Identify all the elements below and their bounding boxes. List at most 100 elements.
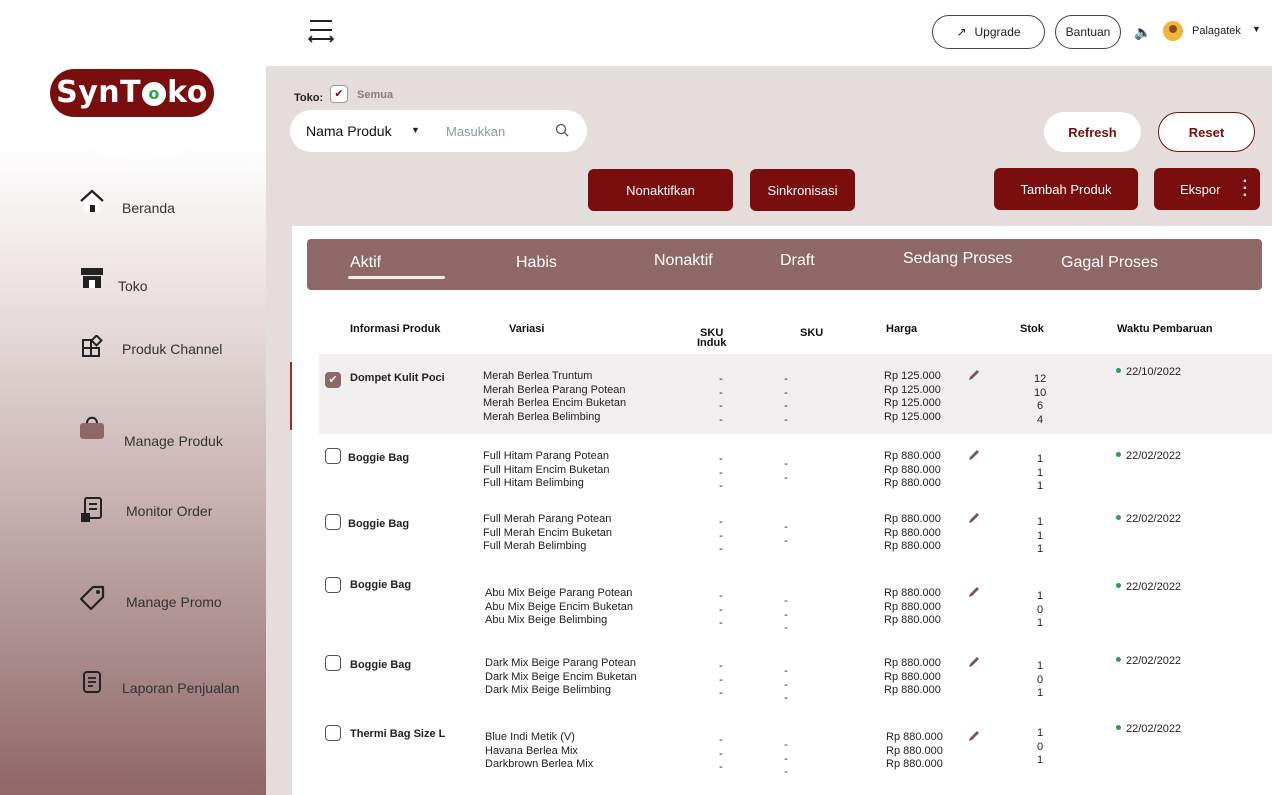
price-list: Rp 125.000 Rp 125.000 Rp 125.000 Rp 125.… xyxy=(884,370,941,423)
tab-nonaktif[interactable]: Nonaktif xyxy=(654,252,713,270)
price-list: Rp 880.000 Rp 880.000 Rp 880.000 xyxy=(884,657,941,696)
product-name[interactable]: Boggie Bag xyxy=(348,518,409,532)
edit-pencil-icon[interactable] xyxy=(967,448,981,462)
col-variasi: Variasi xyxy=(509,323,545,335)
status-dot-icon xyxy=(1116,725,1121,730)
stock-list: 1 0 1 xyxy=(1036,590,1044,629)
ekspor-button[interactable]: Ekspor · · · xyxy=(1154,168,1260,210)
sidebar-item-laporan-penjualan[interactable]: Laporan Penjualan xyxy=(78,668,240,696)
brand-logo[interactable]: SynT o ko xyxy=(50,69,214,117)
col-stok: Stok xyxy=(1020,323,1044,335)
product-name[interactable]: Dompet Kulit Poci xyxy=(350,372,445,386)
menu-toggle-icon[interactable] xyxy=(307,17,335,43)
product-name[interactable]: Thermi Bag Size L xyxy=(350,728,445,742)
tab-habis[interactable]: Habis xyxy=(516,254,557,272)
reset-button[interactable]: Reset xyxy=(1158,112,1255,152)
avatar[interactable] xyxy=(1163,21,1183,41)
update-date-text: 22/02/2022 xyxy=(1126,655,1182,667)
price-list: Rp 880.000 Rp 880.000 Rp 880.000 xyxy=(884,587,941,626)
price-list: Rp 880.000 Rp 880.000 Rp 880.000 xyxy=(884,513,941,552)
variant-list: Full Merah Parang Potean Full Merah Enci… xyxy=(483,513,612,552)
variant-list: Full Hitam Parang Potean Full Hitam Enci… xyxy=(483,450,610,489)
chevron-down-icon[interactable]: ▼ xyxy=(411,125,420,135)
row-checkbox[interactable] xyxy=(325,655,341,671)
edit-pencil-icon[interactable] xyxy=(967,729,981,743)
sidebar-item-beranda[interactable]: Beranda xyxy=(78,186,175,216)
sku-induk-list: - - - xyxy=(719,660,723,699)
edit-pencil-icon[interactable] xyxy=(967,368,981,382)
user-name[interactable]: Palagatek xyxy=(1192,25,1241,37)
variant-list: Dark Mix Beige Parang Potean Dark Mix Be… xyxy=(485,657,637,696)
edit-pencil-icon[interactable] xyxy=(967,655,981,669)
sku-list: - - - xyxy=(784,665,788,704)
sku-induk-list: - - - xyxy=(719,734,723,773)
upgrade-button[interactable]: ↗ Upgrade xyxy=(932,15,1045,49)
top-bar: ↗ Upgrade Bantuan 🔈 Palagatek ▼ xyxy=(266,0,1272,66)
tab-draft[interactable]: Draft xyxy=(780,252,815,270)
col-harga: Harga xyxy=(886,323,918,335)
update-date-text: 22/02/2022 xyxy=(1126,513,1182,525)
stock-list: 1 0 1 xyxy=(1036,727,1044,766)
status-dot-icon xyxy=(1116,452,1121,457)
toko-label: Toko: xyxy=(294,92,324,104)
search-input[interactable] xyxy=(446,120,546,142)
sidebar: SynT o ko Beranda Toko Produk Channel Mana… xyxy=(0,0,266,795)
bantuan-button[interactable]: Bantuan xyxy=(1055,15,1121,49)
active-row-indicator xyxy=(290,362,292,430)
sinkronisasi-button[interactable]: Sinkronisasi xyxy=(750,169,855,211)
sku-induk-list: - - - xyxy=(719,453,723,492)
row-checkbox[interactable] xyxy=(325,725,341,741)
update-date-text: 22/02/2022 xyxy=(1126,723,1182,735)
refresh-button[interactable]: Refresh xyxy=(1044,112,1141,152)
semua-label: Semua xyxy=(357,89,394,101)
row-checkbox[interactable]: ✔ xyxy=(325,372,341,388)
sku-list: - - xyxy=(784,521,788,547)
row-checkbox[interactable] xyxy=(325,514,341,530)
stock-list: 1 1 1 xyxy=(1036,516,1044,555)
update-date-text: 22/02/2022 xyxy=(1126,450,1182,462)
sidebar-item-monitor-order[interactable]: Monitor Order xyxy=(78,496,212,524)
status-tabs: Aktif Habis Nonaktif Draft Sedang Proses… xyxy=(307,239,1262,290)
tab-sedang-proses[interactable]: Sedang Proses xyxy=(903,250,1012,268)
sku-list: - - - xyxy=(784,739,788,778)
sku-list: - - xyxy=(784,458,788,484)
active-tab-indicator xyxy=(348,276,445,279)
col-informasi-produk: Informasi Produk xyxy=(350,323,441,335)
sku-induk-list: - - - - xyxy=(719,373,723,426)
status-dot-icon xyxy=(1116,657,1121,662)
chevron-down-icon[interactable]: ▼ xyxy=(1252,24,1261,34)
stock-list: 12 10 6 4 xyxy=(1034,373,1047,426)
search-icon[interactable] xyxy=(555,123,569,142)
edit-pencil-icon[interactable] xyxy=(967,511,981,525)
search-field-select[interactable]: Nama Produk xyxy=(306,123,392,139)
tab-gagal-proses[interactable]: Gagal Proses xyxy=(1061,254,1158,272)
search-bar: Nama Produk ▼ xyxy=(290,110,587,152)
edit-pencil-icon[interactable] xyxy=(967,585,981,599)
sidebar-item-produk-channel[interactable]: Produk Channel xyxy=(78,333,222,361)
product-name[interactable]: Boggie Bag xyxy=(350,579,411,593)
store-icon xyxy=(78,264,106,292)
update-date: 22/02/2022 xyxy=(1116,723,1181,735)
row-checkbox[interactable] xyxy=(325,448,341,464)
bag-icon xyxy=(78,413,106,441)
sidebar-item-manage-promo[interactable]: Manage Promo xyxy=(78,584,222,612)
col-sku: SKU xyxy=(800,327,824,339)
row-checkbox[interactable] xyxy=(325,577,341,593)
update-date: 22/02/2022 xyxy=(1116,450,1181,462)
nonaktifkan-button[interactable]: Nonaktifkan xyxy=(588,169,733,211)
sidebar-item-toko[interactable]: Toko xyxy=(78,262,148,294)
product-name[interactable]: Boggie Bag xyxy=(350,659,411,673)
tab-aktif[interactable]: Aktif xyxy=(350,254,381,272)
more-vertical-icon[interactable]: · · · xyxy=(1243,174,1248,204)
stock-list: 1 1 1 xyxy=(1036,453,1044,492)
channel-icon xyxy=(78,333,106,361)
report-icon xyxy=(78,668,106,696)
tambah-produk-button[interactable]: Tambah Produk xyxy=(994,168,1138,210)
semua-checkbox[interactable]: ✔ xyxy=(330,85,348,103)
status-dot-icon xyxy=(1116,368,1121,373)
update-date: 22/02/2022 xyxy=(1116,655,1181,667)
speaker-icon[interactable]: 🔈 xyxy=(1134,24,1151,41)
variant-list: Abu Mix Beige Parang Potean Abu Mix Beig… xyxy=(485,587,633,626)
product-name[interactable]: Boggie Bag xyxy=(348,452,409,466)
sidebar-item-manage-produk[interactable]: Manage Produk xyxy=(78,405,223,449)
